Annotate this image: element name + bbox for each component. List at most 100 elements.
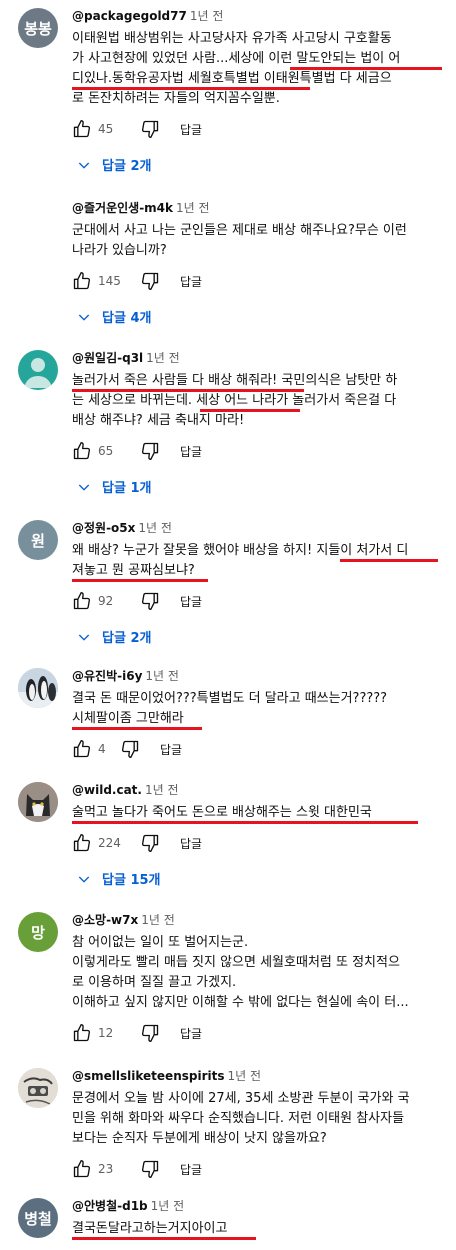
thumbs-up-icon[interactable] xyxy=(72,119,92,139)
comment-line: 술먹고 놀다가 죽어도 돈으로 배상해주는 스윗 대한민국 xyxy=(72,805,372,820)
thumbs-up-icon[interactable] xyxy=(72,1023,92,1043)
reply-button[interactable]: 답글 xyxy=(160,741,182,758)
chevron-down-icon xyxy=(78,876,90,883)
comment-text: 군대에서 사고 나는 군인들은 제대로 배상 해주나요?무슨 이런 나라가 있습… xyxy=(72,221,448,261)
comment-line: 시체팔이좀 그만해라 xyxy=(72,711,184,726)
like-count: 145 xyxy=(98,274,121,288)
penguins-photo-icon xyxy=(18,668,58,708)
thumbs-up-icon[interactable] xyxy=(72,271,92,291)
avatar-initials: 망 xyxy=(31,923,45,942)
replies-label: 답글 4개 xyxy=(102,311,152,326)
avatar[interactable] xyxy=(18,668,58,708)
highlight-underline xyxy=(72,821,418,824)
avatar[interactable] xyxy=(18,1068,58,1108)
author-name[interactable]: @packagegold77 xyxy=(72,9,187,23)
comment-line: 로 이용하며 질질 끌고 가겠지. xyxy=(72,975,237,990)
author-name[interactable]: @안병철-d1b xyxy=(72,1199,148,1213)
like-count: 23 xyxy=(98,1162,114,1176)
highlight-underline xyxy=(72,727,202,730)
highlight-underline xyxy=(72,389,304,392)
chevron-down-icon xyxy=(78,162,90,169)
like-count: 65 xyxy=(98,444,114,458)
timestamp[interactable]: 1년 전 xyxy=(151,1199,185,1213)
author-name[interactable]: @정원-o5x xyxy=(72,521,135,535)
thumbs-down-icon[interactable] xyxy=(140,591,160,611)
replies-label: 답글 2개 xyxy=(102,631,152,646)
avatar[interactable] xyxy=(18,350,58,390)
highlight-underline xyxy=(200,409,300,412)
timestamp[interactable]: 1년 전 xyxy=(228,1069,262,1083)
like-count: 4 xyxy=(98,742,106,756)
author-name[interactable]: @소망-w7x xyxy=(72,913,138,927)
chevron-down-icon xyxy=(78,484,90,491)
thumbs-down-icon[interactable] xyxy=(140,119,160,139)
reply-button[interactable]: 답글 xyxy=(180,273,202,290)
highlight-underline xyxy=(340,559,438,562)
replies-label: 답글 15개 xyxy=(102,873,161,888)
thumbs-down-icon[interactable] xyxy=(140,441,160,461)
comment-text: 결국돈달라고하는거지아이고 xyxy=(72,1219,448,1240)
avatar[interactable]: 원 xyxy=(18,520,58,560)
author-name[interactable]: @원일김-q3l xyxy=(72,351,143,365)
sketch-photo-icon xyxy=(18,1068,58,1108)
view-replies-button[interactable]: 답글 2개 xyxy=(76,155,448,174)
thumbs-up-icon[interactable] xyxy=(72,833,92,853)
like-count: 224 xyxy=(98,836,121,850)
comment-text: 문경에서 오늘 밤 사이에 27세, 35세 소방관 두분이 국가와 국 민을 … xyxy=(72,1089,448,1149)
comment-line: 이해하고 싶지 않지만 이해할 수 밖에 없다는 현실에 속이 터... xyxy=(72,995,409,1010)
comment-text: 왜 배상? 누군가 잘못을 했어야 배상을 하지! 지들이 처가서 디 져놓고 … xyxy=(72,541,448,582)
timestamp[interactable]: 1년 전 xyxy=(141,913,175,927)
comment-line: 이렇게라도 빨리 매듭 짓지 않으면 세월호때처럼 또 정치적으 xyxy=(72,955,400,970)
view-replies-button[interactable]: 답글 1개 xyxy=(76,477,448,496)
timestamp[interactable]: 1년 전 xyxy=(145,783,179,797)
author-name[interactable]: @즐거운인생-m4k xyxy=(72,201,173,215)
comment-line: 참 어이없는 일이 또 벌어지는군. xyxy=(72,935,249,950)
timestamp[interactable]: 1년 전 xyxy=(138,521,172,535)
chevron-down-icon xyxy=(78,634,90,641)
timestamp[interactable]: 1년 전 xyxy=(146,351,180,365)
comment-line: 가 사고현장에 있었던 사람...세상에 이런 말도안되는 법이 어 xyxy=(72,51,401,66)
reply-button[interactable]: 답글 xyxy=(180,121,202,138)
thumbs-down-icon[interactable] xyxy=(140,1023,160,1043)
thumbs-up-icon[interactable] xyxy=(72,1159,92,1179)
reply-button[interactable]: 답글 xyxy=(180,1161,202,1178)
thumbs-down-icon[interactable] xyxy=(120,739,140,759)
timestamp[interactable]: 1년 전 xyxy=(190,9,224,23)
thumbs-up-icon[interactable] xyxy=(72,739,92,759)
reply-button[interactable]: 답글 xyxy=(180,443,202,460)
avatar[interactable]: 봉봉 xyxy=(18,8,58,48)
thumbs-up-icon[interactable] xyxy=(72,441,92,461)
timestamp[interactable]: 1년 전 xyxy=(176,201,210,215)
view-replies-button[interactable]: 답글 2개 xyxy=(76,627,448,646)
author-name[interactable]: @wild.cat. xyxy=(72,783,142,797)
comment-line: 이태원법 배상범위는 사고당사자 유가족 사고당시 구호활동 xyxy=(72,31,392,46)
highlight-underline xyxy=(290,67,442,70)
cat-photo-icon xyxy=(18,782,58,822)
like-count: 12 xyxy=(98,1026,114,1040)
like-count: 92 xyxy=(98,594,114,608)
avatar[interactable]: 병철 xyxy=(18,1198,58,1238)
replies-label: 답글 1개 xyxy=(102,481,152,496)
highlight-underline xyxy=(72,579,208,582)
author-name[interactable]: @smellsliketeenspirits xyxy=(72,1069,225,1083)
thumbs-up-icon[interactable] xyxy=(72,591,92,611)
comment-line: 놀러가서 죽은 사람들 다 배상 해줘라! 국민의식은 남탓만 하 xyxy=(72,373,398,388)
reply-button[interactable]: 답글 xyxy=(180,593,202,610)
timestamp[interactable]: 1년 전 xyxy=(145,669,179,683)
like-count: 45 xyxy=(98,122,114,136)
view-replies-button[interactable]: 답글 4개 xyxy=(76,307,448,326)
comment-line: 나라가 있습니까? xyxy=(72,243,167,258)
thumbs-down-icon[interactable] xyxy=(140,1159,160,1179)
comment-text: 술먹고 놀다가 죽어도 돈으로 배상해주는 스윗 대한민국 xyxy=(72,803,448,824)
author-name[interactable]: @유진박-i6y xyxy=(72,669,142,683)
reply-button[interactable]: 답글 xyxy=(180,835,202,852)
thumbs-down-icon[interactable] xyxy=(140,833,160,853)
reply-button[interactable]: 답글 xyxy=(180,1025,202,1042)
avatar-initials: 병철 xyxy=(24,1209,52,1228)
avatar[interactable]: 망 xyxy=(18,912,58,952)
view-replies-button[interactable]: 답글 15개 xyxy=(76,869,448,888)
comment-line: 결국돈달라고하는거지아이고 xyxy=(72,1221,228,1236)
avatar[interactable] xyxy=(18,782,58,822)
comment-line: 결국 돈 때문이었어???특별법도 더 달라고 때쓰는거????? xyxy=(72,691,388,706)
thumbs-down-icon[interactable] xyxy=(140,271,160,291)
